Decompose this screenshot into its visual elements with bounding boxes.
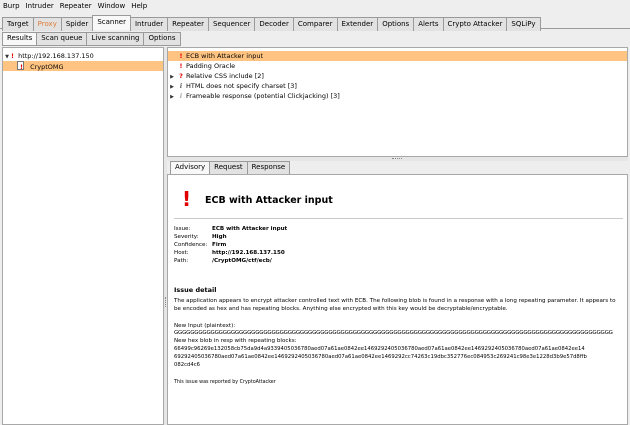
- issue-label: Frameable response (potential Clickjacki…: [186, 92, 340, 100]
- field-severity: Severity: High: [174, 234, 227, 240]
- menu-bar: Burp Intruder Repeater Window Help: [0, 0, 630, 13]
- subtab-live-scanning[interactable]: Live scanning: [86, 32, 145, 46]
- info-severity-icon: i: [179, 92, 183, 100]
- tree-child-label: CryptOMG: [30, 63, 64, 71]
- blob-line-2: 69292405036780aed07a61ae0842ee1469292405…: [174, 354, 587, 360]
- issue-label: ECB with Attacker input: [186, 52, 264, 60]
- tab-alerts[interactable]: Alerts: [413, 17, 444, 31]
- tree-host-label: http://192.168.137.150: [18, 52, 94, 60]
- high-severity-icon: !: [11, 52, 14, 60]
- uncertain-severity-icon: ?: [179, 72, 183, 80]
- subtab-options[interactable]: Options: [143, 32, 181, 46]
- tab-spider[interactable]: Spider: [60, 17, 94, 31]
- issue-label: Padding Oracle: [186, 62, 236, 70]
- field-host: Host: http://192.168.137.150: [174, 250, 285, 256]
- tab-options[interactable]: Options: [377, 17, 415, 31]
- field-issue: Issue: ECB with Attacker input: [174, 226, 288, 232]
- tab-proxy[interactable]: Proxy: [32, 17, 62, 31]
- field-path: Path:/CryptOMG/ctf/ecb/: [174, 258, 272, 264]
- tab-repeater[interactable]: Repeater: [167, 17, 209, 31]
- detail-tabs: Advisory Request Response: [170, 161, 628, 175]
- tab-advisory[interactable]: Advisory: [170, 161, 211, 175]
- issue-label: HTML does not specify charset [3]: [186, 82, 297, 90]
- tab-comparer[interactable]: Comparer: [292, 17, 338, 31]
- issue-row[interactable]: ▶ i Frameable response (potential Clickjac…: [168, 91, 627, 101]
- tab-target[interactable]: Target: [2, 17, 34, 31]
- issue-row[interactable]: ! ECB with Attacker input: [168, 51, 627, 61]
- subtab-results[interactable]: Results: [2, 32, 38, 46]
- advisory-title: ECB with Attacker input: [205, 195, 333, 206]
- report-footnote: This issue was reported by CryptoAttacke…: [174, 380, 276, 385]
- issue-row[interactable]: ▶ i HTML does not specify charset [3]: [168, 81, 627, 91]
- menu-window[interactable]: Window: [95, 0, 129, 10]
- tab-intruder[interactable]: Intruder: [129, 17, 169, 31]
- tab-response[interactable]: Response: [246, 161, 291, 175]
- tab-crypto-attacker[interactable]: Crypto Attacker: [442, 17, 508, 31]
- high-severity-icon: !: [179, 62, 183, 70]
- field-confidence: Confidence: Firm: [174, 242, 227, 248]
- menu-intruder[interactable]: Intruder: [23, 0, 57, 10]
- issue-label: Relative CSS include [2]: [186, 72, 264, 80]
- tab-extender[interactable]: Extender: [336, 17, 379, 31]
- tab-sequencer[interactable]: Sequencer: [207, 17, 256, 31]
- blob-label: New hex blob in resp with repeating bloc…: [174, 338, 297, 344]
- high-severity-icon: !: [20, 63, 23, 71]
- tab-scanner[interactable]: Scanner: [92, 15, 131, 30]
- issues-list-panel: ! ECB with Attacker input ! Padding Oracle…: [167, 47, 628, 157]
- high-severity-icon: !: [179, 52, 183, 60]
- blob-line-1: 66499c96269e132058cb75da9d4a933940503678…: [174, 346, 585, 352]
- info-severity-icon: i: [179, 82, 183, 90]
- main-tab-bar: Target Proxy Spider Scanner Intruder Repeater…: [0, 14, 630, 31]
- advisory-panel: ! ECB with Attacker input Issue: ECB with…: [167, 174, 628, 425]
- tab-request[interactable]: Request: [209, 161, 248, 175]
- high-severity-icon: !: [182, 187, 192, 211]
- tab-sqlipy[interactable]: SQLiPy: [506, 17, 541, 31]
- menu-burp[interactable]: Burp: [0, 0, 23, 10]
- issue-row[interactable]: ▶? Relative CSS include [2]: [168, 71, 627, 81]
- tree-node-host[interactable]: ▼! http://192.168.137.150: [3, 51, 163, 61]
- tree-node-cryptomg[interactable]: ! CryptOMG: [3, 61, 163, 71]
- issue-detail-text-1: The application appears to encrypt attac…: [174, 298, 616, 304]
- tab-decoder[interactable]: Decoder: [254, 17, 294, 31]
- expand-arrow-icon[interactable]: ▶: [168, 92, 176, 102]
- site-tree-panel: ▼! http://192.168.137.150 ! CryptOMG: [2, 47, 164, 425]
- issue-detail-text-2: be encoded as hex and has repeating bloc…: [174, 306, 508, 312]
- issue-row[interactable]: ! Padding Oracle: [168, 61, 627, 71]
- subtab-scan-queue[interactable]: Scan queue: [36, 32, 88, 46]
- issue-detail-heading: Issue detail: [174, 286, 217, 294]
- input-value: GGGGGGGGGGGGGGGGGGGGGGGGGGGGGGGGGGGGGGGG…: [174, 330, 613, 336]
- blob-line-3: 082cd4c6: [174, 362, 201, 368]
- menu-repeater[interactable]: Repeater: [57, 0, 95, 10]
- divider: [174, 218, 623, 219]
- scanner-sub-tabs: Results Scan queue Live scanning Options: [2, 32, 628, 46]
- menu-help[interactable]: Help: [128, 0, 150, 10]
